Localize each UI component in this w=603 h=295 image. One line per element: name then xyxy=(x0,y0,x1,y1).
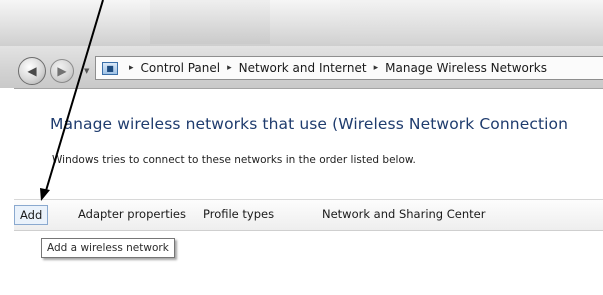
pointer-arrow-line xyxy=(44,0,104,195)
pointer-arrow-head xyxy=(40,188,50,201)
pointer-arrow-annotation xyxy=(40,0,104,201)
